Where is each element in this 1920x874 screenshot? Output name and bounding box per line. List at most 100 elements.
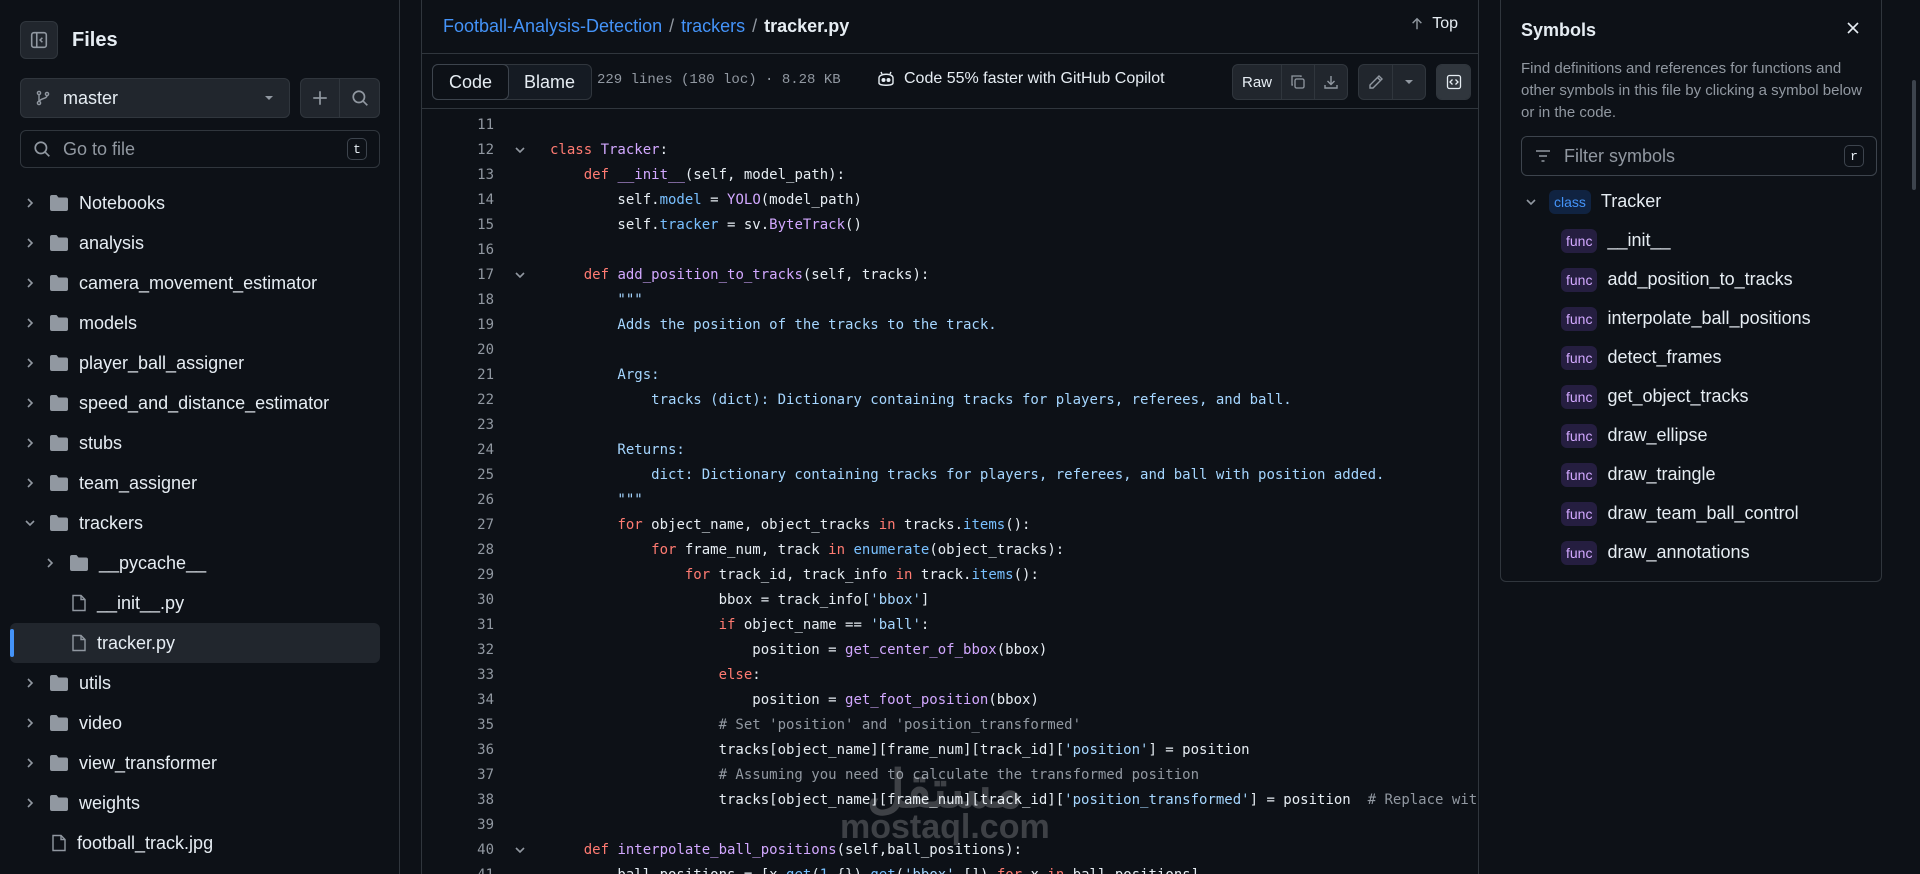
symbol-item-func[interactable]: func draw_traingle — [1521, 455, 1871, 494]
line-number[interactable]: 22 — [422, 392, 494, 408]
close-symbols-button[interactable] — [1845, 20, 1861, 41]
tree-item-folder[interactable]: video — [10, 703, 380, 743]
search-files-button[interactable] — [340, 78, 380, 118]
raw-button[interactable]: Raw — [1233, 65, 1281, 99]
line-number[interactable]: 21 — [422, 367, 494, 383]
tree-item-folder[interactable]: weights — [10, 783, 380, 823]
line-number[interactable]: 28 — [422, 542, 494, 558]
more-edit-options-button[interactable] — [1392, 65, 1425, 99]
branch-selector[interactable]: master — [20, 78, 290, 118]
line-number[interactable]: 18 — [422, 292, 494, 308]
line-number[interactable]: 24 — [422, 442, 494, 458]
tree-item-folder[interactable]: camera_movement_estimator — [10, 263, 380, 303]
code-token: 'position_transformed' — [1064, 791, 1250, 808]
line-number[interactable]: 35 — [422, 717, 494, 733]
page-scrollbar[interactable] — [1912, 80, 1916, 190]
tree-item-folder[interactable]: models — [10, 303, 380, 343]
filter-symbols-input[interactable] — [1564, 145, 1844, 167]
tree-item-folder[interactable]: stubs — [10, 423, 380, 463]
line-number[interactable]: 11 — [422, 117, 494, 133]
collapse-sidebar-button[interactable] — [20, 21, 58, 59]
folder-icon-wrap — [69, 554, 89, 572]
breadcrumb-folder-link[interactable]: trackers — [681, 16, 745, 37]
tree-chevron[interactable] — [20, 437, 40, 449]
tree-item-file[interactable]: football_track.jpg — [10, 823, 380, 863]
tree-item-folder[interactable]: trackers — [10, 503, 380, 543]
symbol-item-func[interactable]: func add_position_to_tracks — [1521, 260, 1871, 299]
line-number[interactable]: 39 — [422, 817, 494, 833]
line-number[interactable]: 16 — [422, 242, 494, 258]
copilot-promo-link[interactable]: Code 55% faster with GitHub Copilot — [876, 70, 1165, 88]
line-number[interactable]: 32 — [422, 642, 494, 658]
symbol-item-func[interactable]: func draw_annotations — [1521, 533, 1871, 572]
tree-chevron[interactable] — [20, 197, 40, 209]
tree-item-folder[interactable]: team_assigner — [10, 463, 380, 503]
line-number[interactable]: 19 — [422, 317, 494, 333]
breadcrumb-repo-link[interactable]: Football-Analysis-Detection — [443, 16, 662, 37]
tree-chevron[interactable] — [20, 797, 40, 809]
line-number[interactable]: 29 — [422, 567, 494, 583]
tab-code[interactable]: Code — [432, 64, 510, 100]
tree-item-folder[interactable]: Notebooks — [10, 183, 380, 223]
line-number[interactable]: 13 — [422, 167, 494, 183]
fold-toggle[interactable] — [504, 269, 536, 281]
symbol-chevron[interactable] — [1521, 196, 1541, 208]
tree-item-file[interactable]: tracker.py — [10, 623, 380, 663]
fold-toggle[interactable] — [504, 144, 536, 156]
tree-chevron[interactable] — [20, 357, 40, 369]
line-number[interactable]: 14 — [422, 192, 494, 208]
tree-chevron[interactable] — [20, 237, 40, 249]
tree-item-folder[interactable]: speed_and_distance_estimator — [10, 383, 380, 423]
tree-chevron[interactable] — [20, 277, 40, 289]
symbol-item-func[interactable]: func draw_ellipse — [1521, 416, 1871, 455]
edit-file-button[interactable] — [1359, 65, 1392, 99]
tree-chevron[interactable] — [20, 717, 40, 729]
line-number[interactable]: 41 — [422, 867, 494, 874]
line-number[interactable]: 25 — [422, 467, 494, 483]
tree-item-folder[interactable]: analysis — [10, 223, 380, 263]
tree-chevron[interactable] — [20, 397, 40, 409]
line-number[interactable]: 23 — [422, 417, 494, 433]
tree-item-folder[interactable]: utils — [10, 663, 380, 703]
symbol-item-class[interactable]: class Tracker — [1521, 182, 1871, 221]
line-number[interactable]: 31 — [422, 617, 494, 633]
line-number[interactable]: 26 — [422, 492, 494, 508]
line-number[interactable]: 36 — [422, 742, 494, 758]
symbol-item-func[interactable]: func get_object_tracks — [1521, 377, 1871, 416]
tab-blame[interactable]: Blame — [508, 65, 591, 99]
tree-item-folder[interactable]: player_ball_assigner — [10, 343, 380, 383]
code-text: position = get_foot_position(bbox) — [550, 692, 1039, 708]
line-number[interactable]: 33 — [422, 667, 494, 683]
tree-chevron[interactable] — [20, 477, 40, 489]
tree-chevron[interactable] — [20, 757, 40, 769]
tree-item-folder[interactable]: __pycache__ — [10, 543, 380, 583]
line-number[interactable]: 40 — [422, 842, 494, 858]
line-number[interactable]: 12 — [422, 142, 494, 158]
line-number[interactable]: 30 — [422, 592, 494, 608]
add-file-button[interactable] — [300, 78, 340, 118]
top-button[interactable]: Top — [1410, 15, 1458, 33]
tree-chevron[interactable] — [20, 517, 40, 529]
line-number[interactable]: 15 — [422, 217, 494, 233]
line-number[interactable]: 34 — [422, 692, 494, 708]
symbols-panel-toggle[interactable] — [1437, 65, 1470, 99]
symbol-item-func[interactable]: func __init__ — [1521, 221, 1871, 260]
line-number[interactable]: 27 — [422, 517, 494, 533]
line-number[interactable]: 37 — [422, 767, 494, 783]
go-to-file-input[interactable] — [63, 138, 347, 160]
tree-chevron[interactable] — [40, 557, 60, 569]
fold-toggle[interactable] — [504, 844, 536, 856]
symbol-item-func[interactable]: func interpolate_ball_positions — [1521, 299, 1871, 338]
copy-raw-button[interactable] — [1281, 65, 1314, 99]
tree-chevron[interactable] — [20, 317, 40, 329]
line-number[interactable]: 17 — [422, 267, 494, 283]
line-number[interactable]: 38 — [422, 792, 494, 808]
line-number[interactable]: 20 — [422, 342, 494, 358]
tree-item-folder[interactable]: view_transformer — [10, 743, 380, 783]
symbol-item-func[interactable]: func detect_frames — [1521, 338, 1871, 377]
tree-item-file[interactable]: __init__.py — [10, 583, 380, 623]
tree-chevron[interactable] — [20, 677, 40, 689]
breadcrumb: Football-Analysis-Detection / trackers /… — [443, 0, 849, 53]
symbol-item-func[interactable]: func draw_team_ball_control — [1521, 494, 1871, 533]
download-button[interactable] — [1314, 65, 1347, 99]
